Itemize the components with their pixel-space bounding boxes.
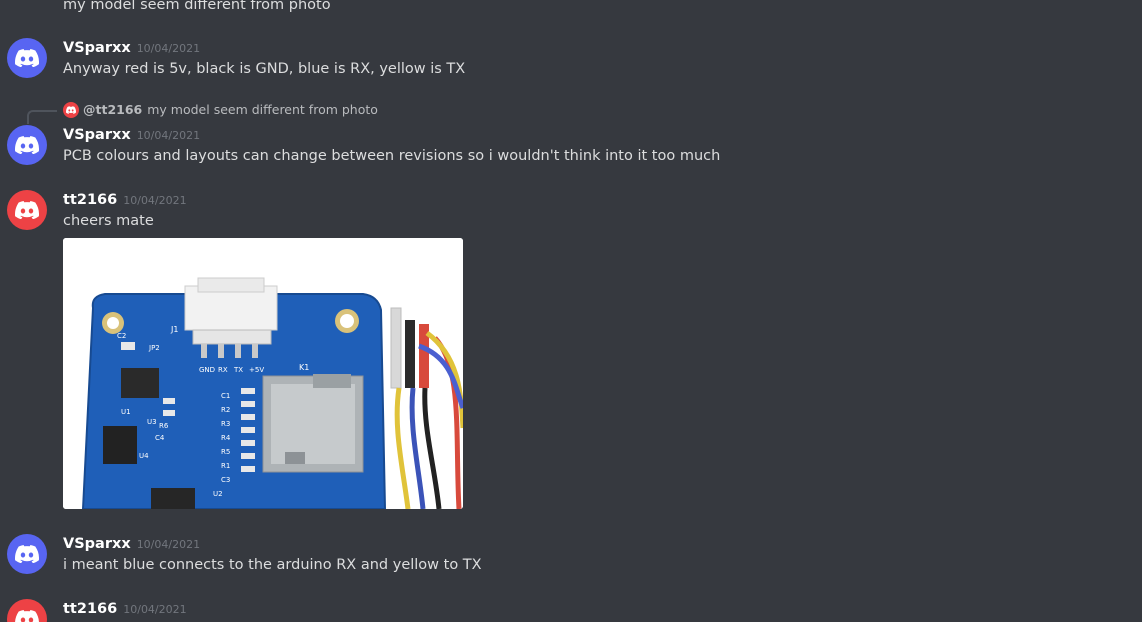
pcb-label-u3: U3	[147, 418, 157, 426]
discord-icon	[15, 201, 39, 219]
pcb-label-k1: K1	[299, 363, 309, 372]
message-text: my model seem different from photo	[63, 0, 331, 13]
message-text: cheers mate	[63, 213, 154, 229]
avatar[interactable]	[7, 125, 47, 165]
avatar[interactable]	[7, 599, 47, 622]
timestamp: 10/04/2021	[136, 538, 201, 551]
avatar[interactable]	[7, 190, 47, 230]
pcb-label-r5: R5	[221, 448, 230, 456]
timestamp: 10/04/2021	[136, 42, 201, 55]
avatar[interactable]	[7, 38, 47, 78]
timestamp: 10/04/2021	[123, 603, 187, 616]
pcb-label-u4: U4	[139, 452, 149, 460]
discord-icon	[15, 49, 39, 67]
pcb-label-r2: R2	[221, 406, 230, 414]
username[interactable]: VSparxx	[63, 40, 131, 56]
message-text: i meant blue connects to the arduino RX …	[63, 557, 482, 573]
pcb-label-r4: R4	[221, 434, 231, 442]
username[interactable]: tt2166	[63, 601, 117, 617]
message-text: PCB colours and layouts can change betwe…	[63, 148, 721, 164]
image-attachment[interactable]: J1 K1 C2 JP2 U1 U3 U4 U2 C1 R2 R3 R4 R5 …	[63, 238, 463, 509]
reply-connector	[27, 110, 57, 124]
username[interactable]: VSparxx	[63, 127, 131, 143]
discord-icon	[15, 545, 39, 563]
pcb-label-gnd: GND	[199, 366, 215, 374]
timestamp: 10/04/2021	[123, 194, 187, 207]
reply-username[interactable]: @tt2166	[83, 101, 142, 119]
discord-icon	[15, 610, 39, 622]
pcb-label-rx: RX	[218, 366, 228, 374]
reply-avatar	[63, 102, 79, 118]
reply-reference[interactable]: @tt2166 my model seem different from pho…	[63, 101, 378, 119]
pcb-label-r3: R3	[221, 420, 230, 428]
pcb-label-u2: U2	[213, 490, 223, 498]
pcb-label-5v: +5V	[249, 366, 264, 374]
pcb-label-r1: R1	[221, 462, 230, 470]
message-text: Anyway red is 5v, black is GND, blue is …	[63, 61, 466, 77]
pcb-label-j1: J1	[170, 325, 178, 334]
pcb-label-c3: C3	[221, 476, 230, 484]
pcb-label-c1: C1	[221, 392, 230, 400]
timestamp: 10/04/2021	[136, 129, 201, 142]
reply-text[interactable]: my model seem different from photo	[147, 101, 378, 119]
username[interactable]: VSparxx	[63, 536, 131, 552]
username[interactable]: tt2166	[63, 192, 117, 208]
chat-messages: my model seem different from photo VSpar…	[0, 0, 1142, 622]
pcb-module-image: J1 K1 C2 JP2 U1 U3 U4 U2 C1 R2 R3 R4 R5 …	[63, 238, 463, 509]
avatar[interactable]	[7, 534, 47, 574]
discord-icon	[66, 106, 76, 114]
pcb-label-c4: C4	[155, 434, 165, 442]
pcb-label-tx: TX	[233, 366, 243, 374]
discord-icon	[15, 136, 39, 154]
pcb-label-u1: U1	[121, 408, 131, 416]
pcb-label-r6: R6	[159, 422, 169, 430]
pcb-label-c2: C2	[117, 332, 126, 340]
pcb-label-jp2: JP2	[148, 344, 160, 352]
